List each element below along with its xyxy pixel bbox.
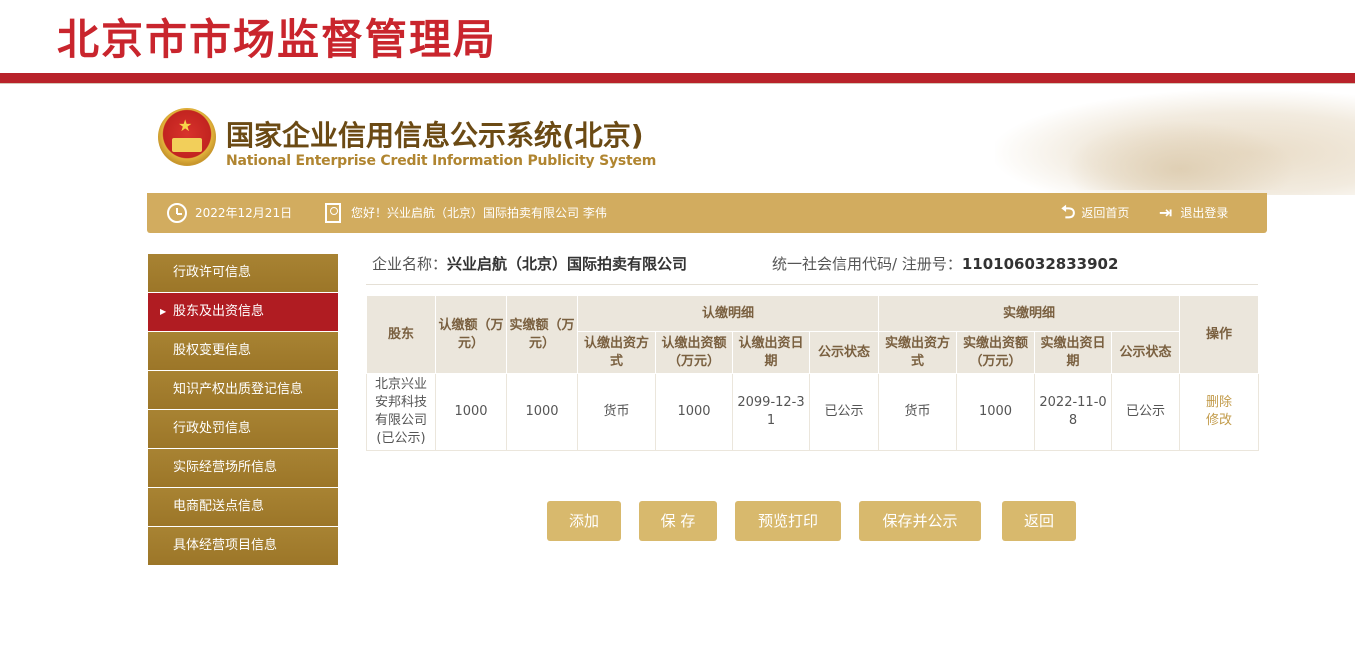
emblem-gate-icon	[172, 138, 202, 152]
sidebar-item-ip-pledge[interactable]: 知识产权出质登记信息	[148, 371, 338, 409]
cell-paid-status: 已公示	[1111, 373, 1181, 451]
logout-icon: ⇥	[1159, 203, 1173, 222]
header-paid-date: 实缴出资日期	[1034, 331, 1113, 374]
greeting-text: 您好！兴业启航（北京）国际拍卖有限公司 李伟	[351, 206, 607, 220]
system-title-cn: 国家企业信用信息公示系统(北京)	[226, 119, 644, 152]
main-content: 企业名称：兴业启航（北京）国际拍卖有限公司 统一社会信用代码/ 注册号：1101…	[366, 243, 1260, 451]
cell-sub-date: 2099-12-31	[732, 373, 810, 451]
enterprise-info: 企业名称：兴业启航（北京）国际拍卖有限公司 统一社会信用代码/ 注册号：1101…	[366, 243, 1258, 285]
delete-link[interactable]: 删除	[1182, 394, 1256, 412]
sidebar-item-shareholders[interactable]: 股东及出资信息	[148, 293, 338, 331]
sidebar-item-ecommerce-delivery[interactable]: 电商配送点信息	[148, 488, 338, 526]
back-arrow-icon: ⮌	[1061, 202, 1076, 223]
cell-paid-date: 2022-11-08	[1034, 373, 1113, 451]
system-title-en: National Enterprise Credit Information P…	[226, 153, 657, 169]
cell-sub-amount: 1000	[655, 373, 733, 451]
logout-link[interactable]: ⇥ 退出登录	[1159, 193, 1228, 233]
header-paid: 实缴额（万元）	[506, 295, 578, 374]
cell-paid-method: 货币	[878, 373, 958, 451]
header-paid-status: 公示状态	[1111, 331, 1181, 374]
cell-subscribed: 1000	[435, 373, 507, 451]
save-button[interactable]: 保 存	[639, 501, 717, 541]
sidebar-item-business-premises[interactable]: 实际经营场所信息	[148, 449, 338, 487]
logout-label: 退出登录	[1180, 206, 1229, 220]
header-sub-amount: 认缴出资额（万元）	[655, 331, 733, 374]
credit-code-field: 统一社会信用代码/ 注册号：110106032833902	[772, 243, 1118, 285]
table-row: 北京兴业安邦科技有限公司(已公示) 1000 1000 货币 1000 2099…	[366, 373, 1260, 451]
preview-print-button[interactable]: 预览打印	[735, 501, 841, 541]
date-display: 2022年12月21日	[167, 193, 292, 233]
bureau-title: 北京市市场监督管理局	[57, 15, 498, 64]
header-paid-method: 实缴出资方式	[878, 331, 958, 374]
header-shareholder: 股东	[366, 295, 436, 374]
back-button[interactable]: 返回	[1002, 501, 1076, 541]
enterprise-name-field: 企业名称：兴业启航（北京）国际拍卖有限公司	[372, 243, 687, 285]
enterprise-name: 兴业启航（北京）国际拍卖有限公司	[447, 255, 688, 273]
save-publish-button[interactable]: 保存并公示	[859, 501, 981, 541]
sidebar: 行政许可信息 股东及出资信息 股权变更信息 知识产权出质登记信息 行政处罚信息 …	[148, 254, 338, 566]
date-text: 2022年12月21日	[195, 206, 293, 220]
emblem-star-icon: ★	[178, 116, 193, 135]
info-bar: 2022年12月21日 您好！兴业启航（北京）国际拍卖有限公司 李伟 ⮌ 返回首…	[147, 193, 1267, 233]
edit-link[interactable]: 修改	[1182, 412, 1256, 430]
enterprise-name-label: 企业名称：	[372, 255, 448, 273]
cell-shareholder: 北京兴业安邦科技有限公司(已公示)	[366, 373, 436, 451]
header-subscribed-detail: 认缴明细	[576, 295, 880, 332]
credit-code-label: 统一社会信用代码/ 注册号：	[772, 255, 962, 273]
user-greeting: 您好！兴业启航（北京）国际拍卖有限公司 李伟	[325, 193, 607, 233]
header-paid-amount: 实缴出资额（万元）	[956, 331, 1036, 374]
shareholder-table: 股东 认缴额（万元） 实缴额（万元） 认缴明细 实缴明细 操作 认缴出资方式 认…	[366, 295, 1260, 451]
header-divider-shadow	[0, 83, 1355, 84]
clock-icon	[167, 203, 187, 223]
header-sub-status: 公示状态	[808, 331, 880, 374]
user-card-icon	[325, 203, 341, 223]
cell-sub-method: 货币	[577, 373, 656, 451]
header-operation: 操作	[1179, 295, 1260, 374]
header-divider	[0, 73, 1355, 83]
header-sub-method: 认缴出资方式	[577, 331, 656, 374]
mountain-decoration-2	[1065, 120, 1295, 190]
header-sub-date: 认缴出资日期	[732, 331, 810, 374]
top-header: 北京市市场监督管理局	[0, 0, 1355, 84]
sidebar-item-equity-change[interactable]: 股权变更信息	[148, 332, 338, 370]
sidebar-item-business-items[interactable]: 具体经营项目信息	[148, 527, 338, 565]
header-paid-detail: 实缴明细	[878, 295, 1181, 332]
home-link[interactable]: ⮌ 返回首页	[1061, 193, 1129, 233]
cell-operations: 删除 修改	[1179, 373, 1260, 451]
sidebar-item-admin-penalty[interactable]: 行政处罚信息	[148, 410, 338, 448]
home-label: 返回首页	[1081, 206, 1130, 220]
cell-paid-amount: 1000	[956, 373, 1036, 451]
add-button[interactable]: 添加	[547, 501, 621, 541]
credit-code: 110106032833902	[961, 255, 1119, 273]
cell-paid: 1000	[506, 373, 578, 451]
sidebar-item-admin-license[interactable]: 行政许可信息	[148, 254, 338, 292]
header-subscribed: 认缴额（万元）	[435, 295, 507, 374]
cell-sub-status: 已公示	[808, 373, 880, 451]
